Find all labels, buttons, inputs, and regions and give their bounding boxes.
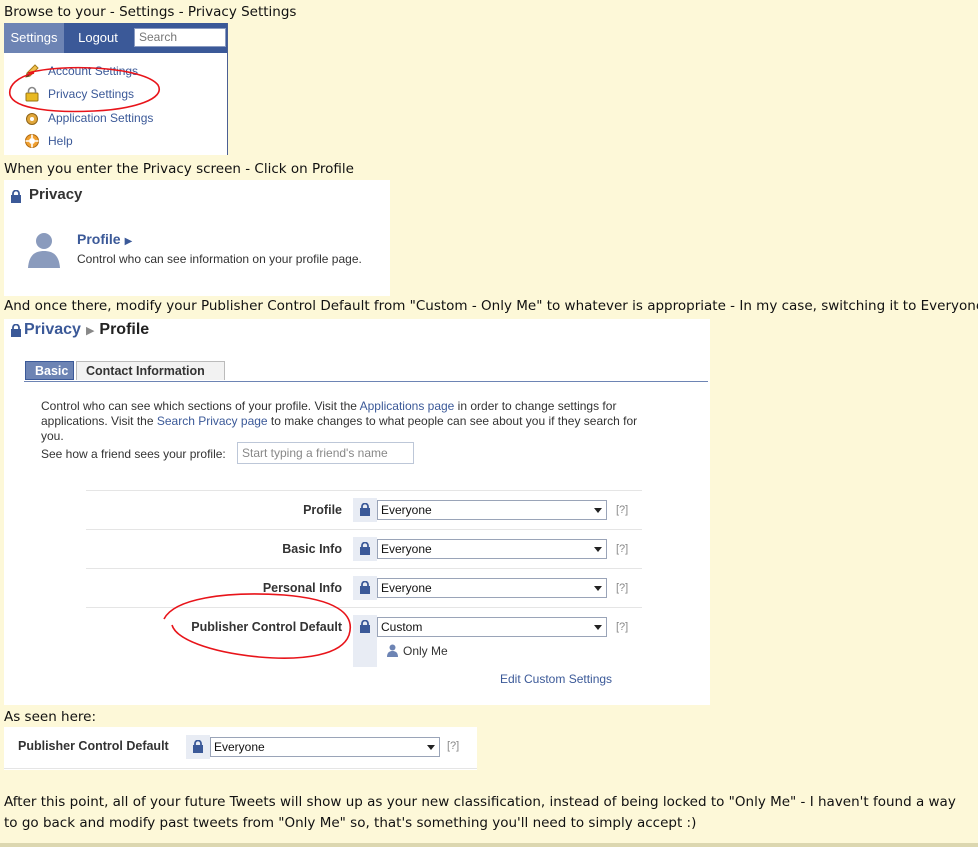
- menu-item-label: Account Settings: [48, 64, 139, 78]
- row-divider: [86, 490, 642, 491]
- caption-step2: When you enter the Privacy screen - Clic…: [4, 161, 354, 177]
- profile-privacy-select[interactable]: Everyone: [377, 500, 607, 520]
- select-value: Everyone: [214, 740, 265, 754]
- profile-description: Control who can see information on your …: [77, 252, 362, 266]
- lifebuoy-icon: [25, 134, 39, 148]
- breadcrumb-current: Profile: [99, 321, 150, 338]
- lock-icon: [360, 581, 370, 594]
- intro-text: Control who can see which sections of yo…: [41, 399, 661, 444]
- profile-privacy-screenshot: Privacy ▶ Profile Basic Contact Informatio…: [4, 319, 710, 705]
- row-label-personal-info: Personal Info: [262, 581, 342, 595]
- lock-icon: [193, 740, 203, 753]
- personal-info-privacy-select[interactable]: Everyone: [377, 578, 607, 598]
- help-link[interactable]: [?]: [616, 621, 628, 633]
- caption-step4: As seen here:: [4, 709, 97, 725]
- help-link[interactable]: [?]: [616, 543, 628, 555]
- lock-icon: [11, 190, 21, 203]
- person-icon: [387, 644, 398, 657]
- triangle-right-icon: ▶: [124, 236, 133, 247]
- dropdown-arrow-icon: [594, 547, 602, 552]
- settings-menu-button[interactable]: Settings: [4, 23, 64, 53]
- preview-profile-label: See how a friend sees your profile:: [41, 447, 226, 461]
- row-divider: [4, 768, 477, 769]
- applications-page-link[interactable]: Applications page: [360, 399, 455, 413]
- breadcrumb: Privacy ▶ Profile: [24, 321, 149, 339]
- dropdown-arrow-icon: [594, 586, 602, 591]
- lock-icon: [25, 86, 39, 102]
- edit-custom-settings-link[interactable]: Edit Custom Settings: [500, 672, 612, 686]
- conclusion-paragraph: After this point, all of your future Twe…: [4, 794, 956, 831]
- tab-contact-information[interactable]: Contact Information: [76, 361, 225, 380]
- triangle-right-icon: ▶: [85, 325, 95, 337]
- bottom-border: [0, 843, 978, 847]
- profile-link[interactable]: Profile ▶: [77, 231, 132, 247]
- page-title: Privacy: [29, 186, 83, 203]
- row-lock: [353, 498, 377, 522]
- row-label-profile: Profile: [303, 503, 342, 517]
- help-link[interactable]: [?]: [447, 740, 459, 752]
- caption-step3: And once there, modify your Publisher Co…: [4, 298, 978, 314]
- search-input[interactable]: Search: [134, 28, 226, 47]
- gear-icon: [26, 113, 38, 125]
- custom-detail-label: Only Me: [403, 644, 448, 658]
- settings-menu-screenshot: Settings Logout Search Account Settings …: [4, 23, 228, 155]
- row-lock: [353, 615, 377, 667]
- select-value: Everyone: [381, 581, 432, 595]
- row-divider: [86, 529, 642, 530]
- help-link[interactable]: [?]: [616, 582, 628, 594]
- dropdown-arrow-icon: [594, 625, 602, 630]
- row-label-publisher-control-default: Publisher Control Default: [191, 620, 342, 634]
- select-value: Everyone: [381, 503, 432, 517]
- row-label-publisher-control-default: Publisher Control Default: [18, 739, 169, 753]
- dropdown-arrow-icon: [594, 508, 602, 513]
- tab-underline: [24, 381, 708, 382]
- privacy-screen-screenshot: Privacy Profile ▶ Control who can see inf…: [4, 180, 390, 296]
- search-privacy-page-link[interactable]: Search Privacy page: [157, 414, 268, 428]
- row-divider: [86, 568, 642, 569]
- menu-item-label: Help: [48, 134, 73, 148]
- caption-step1: Browse to your - Settings - Privacy Sett…: [4, 4, 297, 20]
- basic-info-privacy-select[interactable]: Everyone: [377, 539, 607, 559]
- lock-icon: [11, 324, 21, 337]
- dropdown-arrow-icon: [427, 745, 435, 750]
- row-lock: [186, 735, 210, 759]
- friend-name-input[interactable]: Start typing a friend's name: [237, 442, 414, 464]
- top-menubar: Settings Logout Search: [4, 23, 227, 53]
- publisher-control-default-select[interactable]: Everyone: [210, 737, 440, 757]
- lock-icon: [360, 542, 370, 555]
- breadcrumb-privacy-link[interactable]: Privacy: [24, 321, 81, 338]
- select-value: Everyone: [381, 542, 432, 556]
- row-lock: [353, 576, 377, 600]
- row-label-basic-info: Basic Info: [282, 542, 342, 556]
- menu-item-label: Privacy Settings: [48, 87, 135, 101]
- row-divider: [86, 607, 642, 608]
- row-lock: [353, 537, 377, 561]
- logout-button[interactable]: Logout: [64, 23, 132, 53]
- publisher-control-default-select[interactable]: Custom: [377, 617, 607, 637]
- result-screenshot: Publisher Control Default Everyone [?]: [4, 727, 477, 770]
- pencil-icon: [25, 64, 39, 78]
- tab-basic[interactable]: Basic: [25, 361, 74, 380]
- menu-item-label: Application Settings: [48, 111, 154, 125]
- profile-silhouette-icon: [28, 233, 60, 268]
- help-link[interactable]: [?]: [616, 504, 628, 516]
- select-value: Custom: [381, 620, 423, 634]
- lock-icon: [360, 503, 370, 516]
- profile-link-label: Profile: [77, 231, 121, 247]
- intro-text-part: Control who can see which sections of yo…: [41, 399, 360, 413]
- lock-icon: [360, 620, 370, 633]
